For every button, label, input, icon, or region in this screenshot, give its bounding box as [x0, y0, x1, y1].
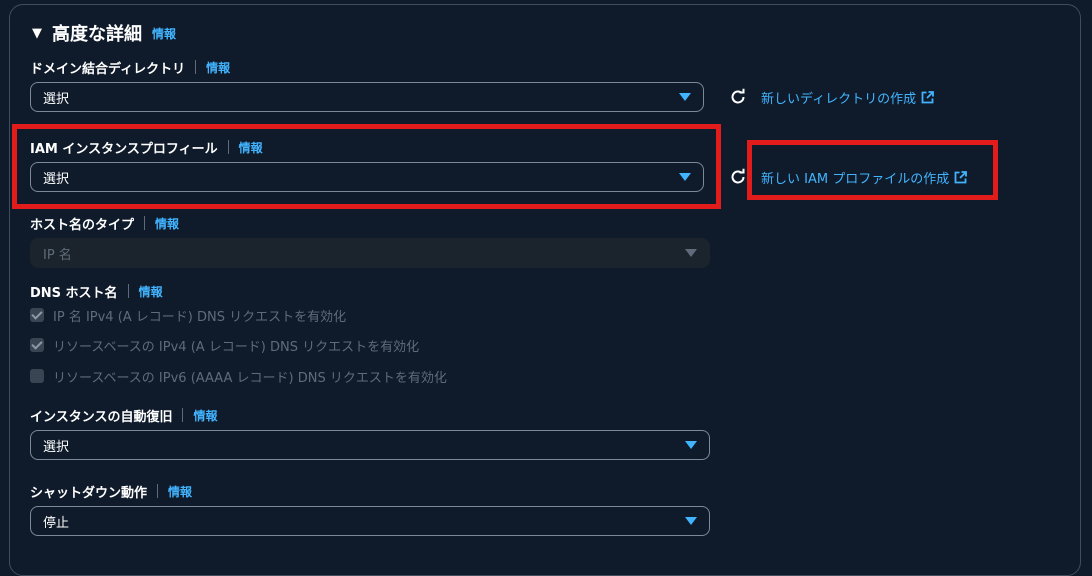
auto-recovery-info-link[interactable]: 情報	[193, 407, 217, 424]
section-header[interactable]: ▼ 高度な詳細 情報	[32, 20, 176, 46]
directory-info-link[interactable]: 情報	[206, 59, 230, 76]
highlight-box-iam-field	[12, 124, 721, 209]
chevron-down-icon	[679, 93, 691, 101]
hostname-type-label: ホスト名のタイプ 情報	[30, 215, 180, 233]
chevron-down-icon	[685, 517, 697, 525]
dns-option-ip-ipv4: IP 名 IPv4 (A レコード) DNS リクエストを有効化	[30, 305, 346, 325]
checkbox-icon	[30, 338, 44, 352]
dns-option-resource-ipv4: リソースベースの IPv4 (A レコード) DNS リクエストを有効化	[30, 335, 419, 355]
caret-down-icon[interactable]: ▼	[32, 26, 42, 41]
shutdown-info-link[interactable]: 情報	[168, 483, 192, 500]
chevron-down-icon	[685, 249, 697, 257]
auto-recovery-select[interactable]: 選択	[30, 430, 710, 460]
refresh-icon[interactable]	[729, 88, 747, 106]
separator	[157, 484, 159, 498]
checkbox-icon	[30, 308, 44, 322]
separator	[182, 408, 184, 422]
directory-label: ドメイン結合ディレクトリ 情報	[30, 59, 231, 77]
refresh-icon[interactable]	[729, 168, 747, 186]
shutdown-select[interactable]: 停止	[30, 506, 710, 536]
checkbox-icon	[30, 369, 44, 383]
dns-option-resource-ipv6: リソースベースの IPv6 (AAAA レコード) DNS リクエストを有効化	[30, 366, 447, 386]
create-directory-link[interactable]: 新しいディレクトリの作成	[761, 87, 934, 107]
separator	[127, 284, 129, 298]
dns-hostname-info-link[interactable]: 情報	[139, 283, 163, 300]
directory-select[interactable]: 選択	[30, 82, 704, 112]
shutdown-label: シャットダウン動作 情報	[30, 483, 193, 501]
dns-hostname-label: DNS ホスト名 情報	[30, 283, 163, 301]
chevron-down-icon	[685, 441, 697, 449]
hostname-type-select: IP 名	[30, 238, 710, 268]
hostname-type-info-link[interactable]: 情報	[155, 215, 179, 232]
highlight-box-iam-link	[747, 140, 998, 200]
separator	[195, 60, 197, 74]
separator	[144, 216, 146, 230]
section-title: 高度な詳細	[52, 24, 142, 45]
external-link-icon	[921, 90, 934, 103]
section-info-link[interactable]: 情報	[152, 25, 176, 42]
auto-recovery-label: インスタンスの自動復旧 情報	[30, 407, 218, 425]
